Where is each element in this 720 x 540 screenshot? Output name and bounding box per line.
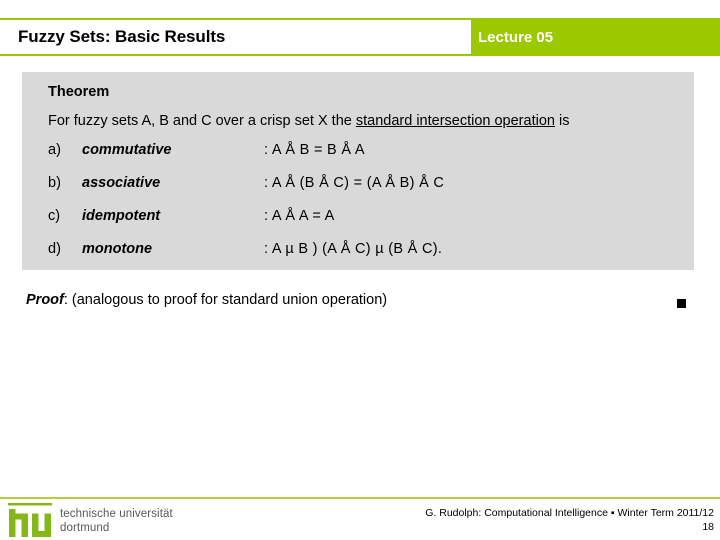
list-item-formula: : A µ B ) (A Å C) µ (B Å C).: [264, 241, 443, 257]
list-item-formula: : A Å (B Å C) = (A Å B) Å C: [264, 175, 445, 191]
proof-text: : (analogous to proof for standard union…: [63, 292, 388, 308]
list-item-marker: b): [48, 175, 61, 191]
theorem-heading: Theorem: [48, 84, 110, 100]
theorem-statement: For fuzzy sets A, B and C over a crisp s…: [48, 113, 694, 129]
list-item-name: commutative: [82, 142, 172, 158]
slide-title-container: Fuzzy Sets: Basic Results: [0, 20, 471, 54]
page-title: Fuzzy Sets: Basic Results: [18, 27, 226, 46]
list-item-formula: : A Å B = B Å A: [264, 142, 365, 158]
tu-logo-text: technische universität dortmund: [60, 503, 173, 535]
tu-dortmund-logo: technische universität dortmund: [8, 503, 173, 537]
footer-divider: [0, 497, 720, 499]
theorem-statement-suffix: is: [554, 113, 570, 129]
footer-meta: G. Rudolph: Computational Intelligence ▪…: [425, 506, 714, 534]
list-item: a) commutative : A Å B = B Å A: [48, 142, 694, 175]
list-item-name: associative: [82, 175, 161, 191]
theorem-property-list: a) commutative : A Å B = B Å A b) associ…: [48, 142, 694, 274]
footer-credit: G. Rudolph: Computational Intelligence ▪…: [425, 507, 714, 519]
list-item-formula: : A Å A = A: [264, 208, 335, 224]
tu-logo-line1: technische universität: [60, 508, 173, 520]
tu-logo-icon: [8, 503, 52, 537]
theorem-statement-prefix: For fuzzy sets A, B and C over a crisp s…: [48, 113, 356, 129]
list-item-marker: a): [48, 142, 61, 158]
list-item-marker: d): [48, 241, 61, 257]
proof-label: Proof: [26, 292, 64, 308]
theorem-statement-emphasis: standard intersection operation: [355, 113, 555, 129]
page-number: 18: [702, 521, 714, 533]
list-item-name: monotone: [82, 241, 153, 257]
lecture-label: Lecture 05: [478, 28, 554, 46]
qed-square-icon: [677, 299, 686, 308]
list-item-marker: c): [48, 208, 61, 224]
list-item: c) idempotent : A Å A = A: [48, 208, 694, 241]
theorem-box: Theorem For fuzzy sets A, B and C over a…: [22, 72, 694, 270]
list-item: d) monotone : A µ B ) (A Å C) µ (B Å C).: [48, 241, 694, 274]
list-item: b) associative : A Å (B Å C) = (A Å B) Å…: [48, 175, 694, 208]
tu-logo-line2: dortmund: [60, 522, 110, 534]
proof-line: Proof: (analogous to proof for standard …: [26, 292, 387, 308]
list-item-name: idempotent: [82, 208, 161, 224]
slide-header-bar: Fuzzy Sets: Basic Results Lecture 05: [0, 18, 720, 56]
